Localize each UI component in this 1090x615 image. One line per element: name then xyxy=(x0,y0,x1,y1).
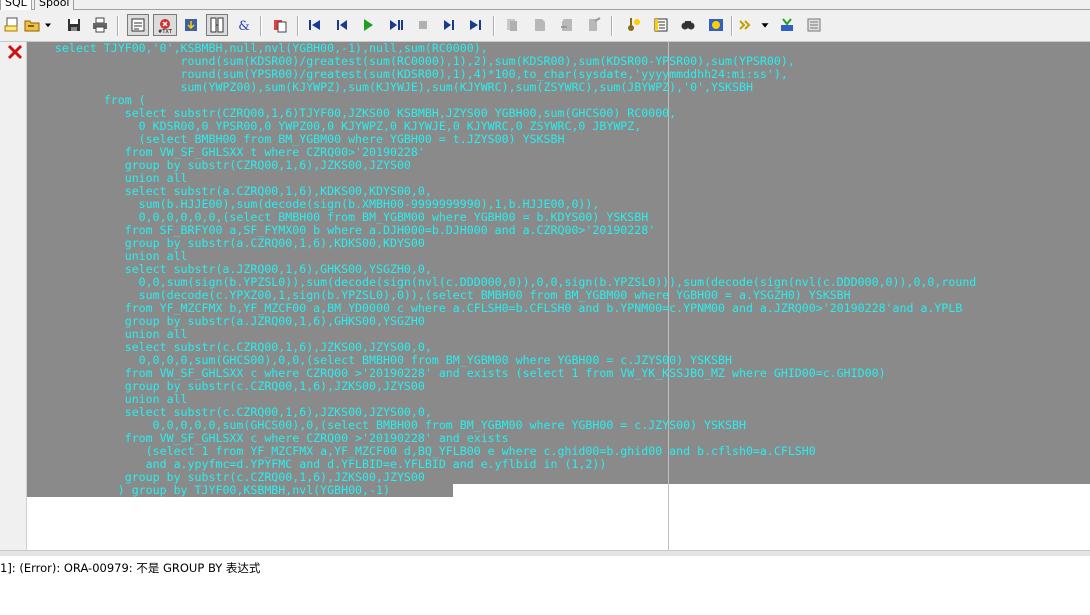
dropdown-arrow-icon[interactable] xyxy=(758,14,772,36)
open-icon[interactable] xyxy=(22,14,42,36)
editor-gutter xyxy=(0,42,27,550)
open-dropdown-icon[interactable] xyxy=(42,14,54,36)
help-icon[interactable] xyxy=(777,14,797,36)
save-icon[interactable] xyxy=(64,14,84,36)
undo-icon[interactable] xyxy=(557,14,577,36)
copy-icon[interactable] xyxy=(270,14,290,36)
tab-spool[interactable]: Spool xyxy=(34,0,75,10)
explain-plan-icon[interactable] xyxy=(651,14,671,36)
last-record-icon[interactable] xyxy=(466,14,486,36)
toolbar: #TXT & xyxy=(0,10,1090,42)
load-icon[interactable] xyxy=(181,14,201,36)
find-icon[interactable] xyxy=(678,14,698,36)
execute-icon[interactable] xyxy=(358,14,378,36)
debug-icon[interactable] xyxy=(623,14,643,36)
svg-text:#TXT: #TXT xyxy=(158,29,173,33)
cut-icon[interactable] xyxy=(502,14,522,36)
properties-icon[interactable] xyxy=(804,14,824,36)
new-sql-icon[interactable] xyxy=(2,14,22,36)
sql-code-text[interactable]: select TJYF00,'0',KSBMBH,null,nvl(YGBH00… xyxy=(27,42,976,497)
previous-record-icon[interactable] xyxy=(332,14,352,36)
step-icon[interactable] xyxy=(386,14,406,36)
stop-icon[interactable] xyxy=(413,14,433,36)
status-panel: 1]: (Error): ORA-00979: 不是 GROUP BY 表达式 xyxy=(0,556,1090,615)
next-record-icon[interactable] xyxy=(439,14,459,36)
first-record-icon[interactable] xyxy=(305,14,325,36)
tab-sql[interactable]: SQL xyxy=(0,0,32,10)
print-icon[interactable] xyxy=(90,14,110,36)
toggle-output-icon[interactable] xyxy=(127,14,149,36)
query-builder-icon[interactable] xyxy=(206,14,228,36)
paste-icon[interactable] xyxy=(530,14,550,36)
beautifier-icon[interactable]: & xyxy=(234,14,254,36)
error-x-icon xyxy=(7,44,23,60)
error-message: 1]: (Error): ORA-00979: 不是 GROUP BY 表达式 xyxy=(0,561,261,575)
rollback-icon[interactable] xyxy=(736,14,756,36)
tab-strip: SQL Spool xyxy=(0,0,1090,10)
redo-icon[interactable] xyxy=(584,14,604,36)
clear-marked-icon[interactable]: #TXT xyxy=(153,14,177,36)
commit-icon[interactable] xyxy=(706,14,726,36)
svg-text:&: & xyxy=(238,19,250,33)
sql-editor[interactable]: select TJYF00,'0',KSBMBH,null,nvl(YGBH00… xyxy=(27,42,1090,550)
